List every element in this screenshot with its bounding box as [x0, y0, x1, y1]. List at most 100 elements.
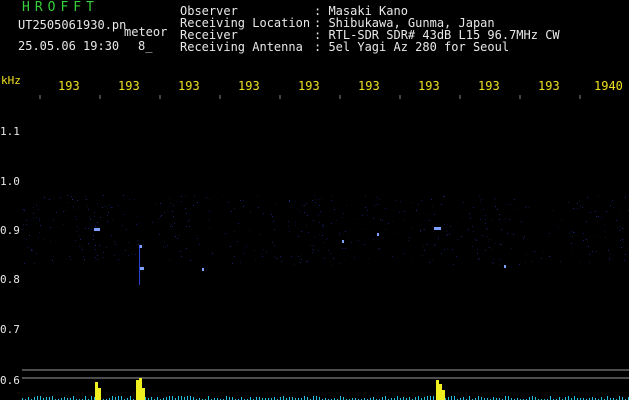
noise-dot: [97, 222, 98, 223]
trace-peak: [98, 388, 101, 400]
noise-dot: [345, 231, 346, 232]
noise-dot: [170, 226, 171, 227]
meteor-ping: [202, 268, 204, 271]
noise-dot: [560, 261, 561, 262]
noise-dot: [308, 232, 309, 233]
noise-dot: [331, 200, 332, 201]
trace-bar: [169, 396, 170, 400]
noise-dot: [185, 195, 186, 196]
noise-dot: [354, 257, 355, 258]
noise-dot: [24, 263, 25, 264]
noise-dot: [526, 206, 527, 207]
noise-dot: [580, 206, 581, 207]
noise-dot: [169, 206, 170, 207]
noise-dot: [342, 217, 343, 218]
noise-dot: [318, 215, 319, 216]
noise-dot: [499, 214, 500, 215]
noise-dot: [322, 235, 323, 236]
noise-dot: [129, 199, 130, 200]
trace-bar: [430, 396, 431, 400]
noise-dot: [447, 248, 448, 249]
noise-dot: [93, 235, 94, 236]
trace-bar: [190, 396, 191, 400]
noise-dot: [243, 206, 244, 207]
noise-dot: [385, 229, 386, 230]
noise-dot: [568, 202, 569, 203]
noise-dot: [272, 216, 273, 217]
noise-dot: [519, 264, 520, 265]
noise-dot: [111, 235, 112, 236]
meteor-ping: [342, 240, 344, 243]
noise-dot: [277, 258, 278, 259]
noise-dot: [157, 222, 158, 223]
noise-dot: [543, 251, 544, 252]
noise-dot: [246, 246, 247, 247]
noise-dot: [118, 237, 119, 238]
noise-dot: [606, 211, 607, 212]
noise-dot: [44, 197, 45, 198]
noise-dot: [377, 204, 378, 205]
x-tick-label: 193: [58, 79, 80, 93]
noise-dot: [69, 256, 70, 257]
noise-dot: [453, 264, 454, 265]
noise-dot: [39, 220, 40, 221]
trace-bar: [550, 396, 551, 400]
trace-bar: [73, 396, 74, 400]
noise-dot: [583, 233, 584, 234]
noise-dot: [99, 245, 100, 246]
noise-dot: [625, 197, 626, 198]
trace-bar: [397, 396, 398, 400]
noise-dot: [494, 198, 495, 199]
meteor-ping: [140, 267, 144, 270]
noise-dot: [482, 235, 483, 236]
noise-dot: [470, 218, 471, 219]
noise-dot: [412, 227, 413, 228]
noise-dot: [400, 201, 401, 202]
noise-dot: [315, 199, 316, 200]
noise-dot: [63, 211, 64, 212]
noise-dot: [136, 224, 137, 225]
noise-dot: [552, 210, 553, 211]
noise-dot: [367, 215, 368, 216]
noise-dot: [509, 219, 510, 220]
noise-dot: [609, 259, 610, 260]
trace-bar: [619, 396, 620, 400]
noise-dot: [412, 260, 413, 261]
noise-dot: [345, 248, 346, 249]
noise-dot: [495, 243, 496, 244]
noise-dot: [598, 195, 599, 196]
noise-dot: [461, 236, 462, 237]
noise-dot: [109, 205, 110, 206]
noise-dot: [301, 259, 302, 260]
noise-dot: [435, 244, 436, 245]
noise-dot: [231, 211, 232, 212]
noise-dot: [609, 257, 610, 258]
trace-bar: [451, 396, 452, 400]
noise-dot: [190, 260, 191, 261]
noise-dot: [197, 202, 198, 203]
trace-bar: [418, 396, 419, 400]
noise-dot: [86, 199, 87, 200]
trace-bar: [478, 396, 479, 400]
noise-dot: [81, 246, 82, 247]
noise-dot: [100, 217, 101, 218]
noise-dot: [420, 230, 421, 231]
noise-dot: [77, 226, 78, 227]
noise-dot: [240, 262, 241, 263]
noise-dot: [304, 205, 305, 206]
noise-dot: [368, 258, 369, 259]
noise-dot: [90, 219, 91, 220]
noise-dot: [118, 259, 119, 260]
noise-dot: [22, 229, 23, 230]
noise-dot: [272, 242, 273, 243]
noise-dot: [91, 229, 92, 230]
trace-bar: [118, 396, 119, 400]
trace-bar: [313, 396, 314, 400]
noise-dot: [135, 254, 136, 255]
noise-dot: [429, 220, 430, 221]
noise-dot: [322, 225, 323, 226]
noise-dot: [339, 263, 340, 264]
noise-dot: [161, 215, 162, 216]
noise-dot: [408, 240, 409, 241]
noise-dot: [125, 250, 126, 251]
